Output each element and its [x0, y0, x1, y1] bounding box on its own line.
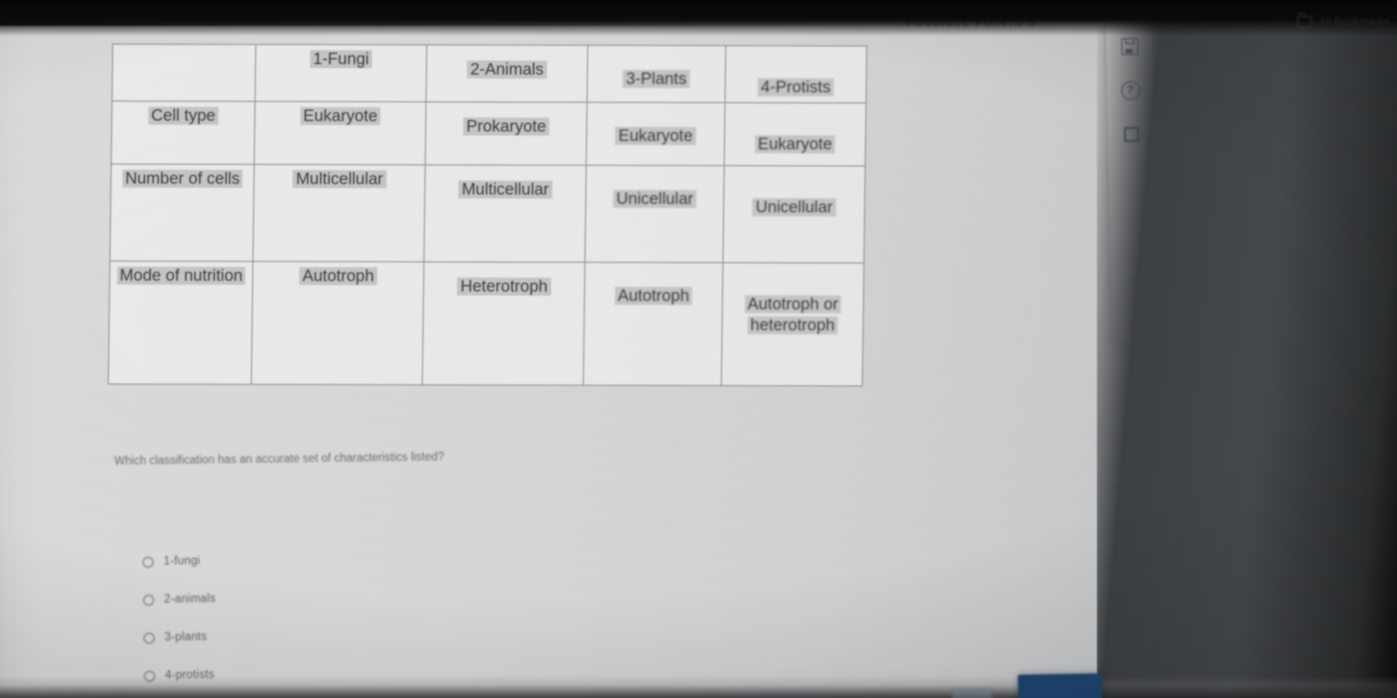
table-cell-label: Prokaryote	[463, 117, 550, 136]
column-header-label: 2-Animals	[467, 60, 547, 79]
table-cell: Unicellular	[584, 165, 725, 263]
column-header-label: 4-Protists	[757, 78, 834, 97]
table-cell-label: Autotroph	[299, 267, 378, 286]
table-cell: Prokaryote	[425, 101, 588, 166]
table-cell: Autotroph	[583, 262, 723, 386]
table-row-cell-type: Cell type Eukaryote Prokaryote Eukaryote…	[111, 101, 867, 167]
table-cell-label: Unicellular	[752, 198, 836, 217]
table-cell: Autotroph	[251, 261, 424, 385]
table-cell-label: Unicellular	[613, 189, 697, 209]
row-header-cell-type: Cell type	[111, 101, 256, 165]
radio-button-icon[interactable]	[142, 556, 154, 568]
table-cell: Heterotroph	[422, 261, 585, 386]
table-cell: Multicellular	[423, 164, 587, 263]
radio-button-icon[interactable]	[143, 594, 155, 606]
table-cell-label: Autotroph or heterotroph	[744, 295, 842, 335]
table-cell: Eukaryote	[724, 102, 867, 167]
column-header-fungi: 1-Fungi	[255, 44, 427, 102]
table-cell-label: Multicellular	[292, 170, 387, 189]
monitor-bezel-right	[1097, 0, 1397, 698]
table-cell: Multicellular	[252, 164, 426, 262]
folder-icon	[1296, 13, 1312, 28]
quiz-content: cells and mode of nutrition. ...ganized …	[0, 0, 1117, 698]
answer-option-label: 3-plants	[164, 631, 208, 644]
monitor-bezel-top	[0, 0, 1397, 36]
row-header-number-of-cells: Number of cells	[109, 164, 255, 262]
footer-control-sliver	[952, 688, 992, 698]
answer-option-2-animals[interactable]: 2-animals	[143, 580, 216, 619]
row-header-label: Cell type	[148, 106, 219, 125]
answer-options-list: 1-fungi 2-animals 3-plants 4-protists	[142, 542, 217, 695]
answer-option-3-plants[interactable]: 3-plants	[143, 618, 216, 657]
table-cell: Autotroph or heterotroph	[721, 262, 864, 387]
table-row-number-of-cells: Number of cells Multicellular Multicellu…	[109, 164, 866, 264]
table-corner-cell	[112, 44, 256, 102]
table-cell: Eukaryote	[254, 101, 427, 165]
table-cell-label: Multicellular	[458, 180, 553, 199]
column-header-plants: 3-Plants	[587, 45, 726, 103]
characteristics-table: 1-Fungi 2-Animals 3-Plants 4-Protists Ce…	[107, 43, 868, 387]
table-cell-label: Eukaryote	[754, 135, 836, 154]
table-row-mode-of-nutrition: Mode of nutrition Autotroph Heterotroph …	[108, 261, 864, 387]
column-header-animals: 2-Animals	[426, 44, 588, 103]
column-header-protists: 4-Protists	[725, 45, 867, 104]
table-cell: Eukaryote	[586, 102, 726, 166]
row-header-label: Number of cells	[122, 169, 243, 188]
photographed-screen: cells and mode of nutrition. ...ganized …	[0, 0, 1397, 698]
answer-option-1-fungi[interactable]: 1-fungi	[142, 542, 215, 581]
answer-option-label: 2-animals	[163, 592, 216, 606]
radio-button-icon[interactable]	[143, 632, 155, 644]
table-cell: Unicellular	[722, 165, 866, 264]
row-header-mode-of-nutrition: Mode of nutrition	[108, 261, 253, 385]
answer-option-label: 1-fungi	[163, 555, 201, 568]
table-cell-label: Autotroph	[614, 286, 693, 306]
monitor-bezel-bottom	[0, 676, 1397, 698]
bookmarks-bar[interactable]: All Bookmarks	[1296, 13, 1389, 28]
table-header-row: 1-Fungi 2-Animals 3-Plants 4-Protists	[112, 44, 867, 104]
question-text: Which classification has an accurate set…	[114, 451, 445, 468]
column-header-label: 1-Fungi	[309, 50, 373, 69]
table-cell-label: Eukaryote	[615, 126, 696, 146]
table-cell-label: Heterotroph	[457, 277, 551, 296]
characteristics-table-wrapper: 1-Fungi 2-Animals 3-Plants 4-Protists Ce…	[107, 43, 868, 387]
bookmarks-bar-label: All Bookmarks	[1318, 16, 1389, 28]
submit-button[interactable]	[1017, 673, 1103, 698]
table-cell-label: Eukaryote	[300, 107, 381, 126]
column-header-label: 3-Plants	[622, 69, 690, 89]
row-header-label: Mode of nutrition	[116, 266, 246, 285]
